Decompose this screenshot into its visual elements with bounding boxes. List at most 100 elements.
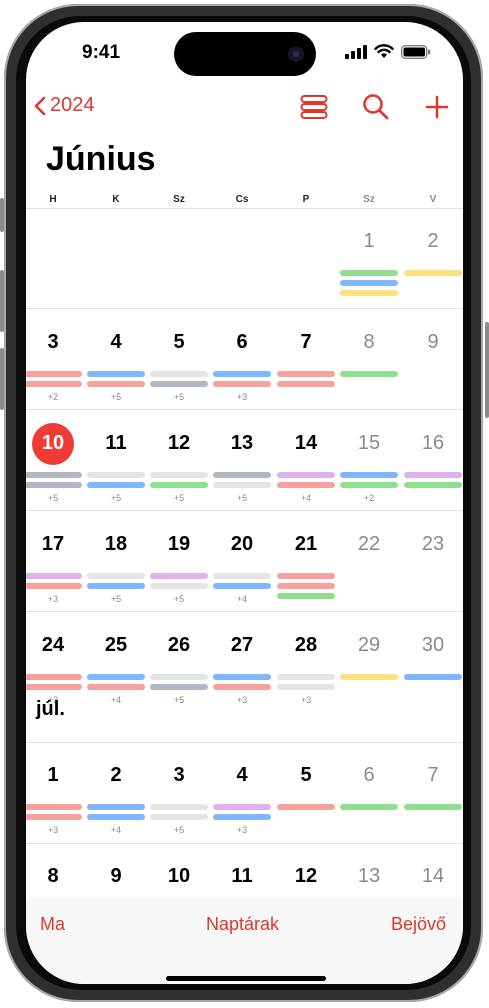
day-cell[interactable]: 21 (275, 533, 337, 556)
event-bar (150, 482, 208, 488)
more-events-count: +4 (110, 695, 122, 705)
day-cell[interactable]: 10 (26, 432, 84, 455)
more-events-count: +5 (236, 493, 248, 503)
week-separator (26, 510, 463, 511)
day-cell[interactable]: 11 (211, 865, 273, 888)
day-cell[interactable]: 13 (211, 432, 273, 455)
day-cell[interactable]: 23 (402, 533, 463, 556)
day-cell[interactable]: 1 (26, 764, 84, 787)
back-to-year-button[interactable]: 2024 (34, 94, 95, 117)
day-cell[interactable]: 29 (338, 634, 400, 657)
day-cell[interactable]: 17 (26, 533, 84, 556)
day-cell[interactable]: 9 (85, 865, 147, 888)
day-cell[interactable]: 5 (275, 764, 337, 787)
week-separator (26, 742, 463, 743)
day-cell[interactable]: 30 (402, 634, 463, 657)
event-bar (404, 674, 462, 680)
event-bar (150, 814, 208, 820)
weekday-label: Sz (363, 194, 375, 205)
event-bar (277, 482, 335, 488)
event-bar (404, 472, 462, 478)
event-bar (26, 804, 82, 810)
day-cell[interactable]: 24 (26, 634, 84, 657)
event-bar (277, 804, 335, 810)
day-cell[interactable]: 3 (26, 331, 84, 354)
day-cell[interactable]: 27 (211, 634, 273, 657)
event-bar (87, 371, 145, 377)
weekday-label: H (49, 194, 57, 205)
day-cell[interactable]: 8 (338, 331, 400, 354)
day-cell[interactable]: 12 (275, 865, 337, 888)
event-bar (277, 674, 335, 680)
day-cell[interactable]: 11 (85, 432, 147, 455)
day-cell[interactable]: 14 (402, 865, 463, 888)
event-bar (277, 381, 335, 387)
day-cell[interactable]: 6 (338, 764, 400, 787)
event-bar (213, 684, 271, 690)
day-cell[interactable]: 1 (338, 230, 400, 253)
more-events-count: +2 (363, 493, 375, 503)
plus-icon[interactable] (424, 92, 450, 122)
event-bar (150, 804, 208, 810)
today-button[interactable]: Ma (40, 914, 65, 935)
day-cell[interactable]: 10 (148, 865, 210, 888)
day-cell[interactable]: 18 (85, 533, 147, 556)
day-cell[interactable]: 20 (211, 533, 273, 556)
day-cell[interactable]: 15 (338, 432, 400, 455)
event-bar (26, 472, 82, 478)
event-bar (87, 674, 145, 680)
more-events-count: +5 (47, 493, 59, 503)
event-bar (150, 472, 208, 478)
weekday-label: P (302, 194, 310, 205)
day-cell[interactable]: 3 (148, 764, 210, 787)
day-cell[interactable]: 8 (26, 865, 84, 888)
day-cell[interactable]: 12 (148, 432, 210, 455)
home-indicator[interactable] (166, 976, 326, 981)
day-cell[interactable]: 19 (148, 533, 210, 556)
inbox-button[interactable]: Bejövő (391, 914, 446, 935)
day-cell[interactable]: 25 (85, 634, 147, 657)
day-cell[interactable]: 7 (275, 331, 337, 354)
event-bar (404, 482, 462, 488)
status-time: 9:41 (82, 42, 121, 63)
weekday-label: Cs (235, 194, 249, 205)
day-cell[interactable]: 26 (148, 634, 210, 657)
more-events-count: +3 (47, 825, 59, 835)
day-cell[interactable]: 2 (85, 764, 147, 787)
screen: 9:41 2024 Június H K Sz Cs P Sz V 1 2 3 … (26, 22, 463, 984)
front-camera (288, 46, 304, 62)
day-cell[interactable]: 4 (211, 764, 273, 787)
list-view-icon[interactable] (300, 92, 328, 122)
day-cell[interactable]: 13 (338, 865, 400, 888)
navigation-bar: 2024 (26, 86, 463, 130)
back-label: 2024 (50, 94, 95, 116)
calendar-grid[interactable]: 1 2 3 +2 4 +5 5 +5 6 +3 7 8 9 10 +5 11 +5 12 +5 13 +5 14 +4 15 +… (26, 208, 463, 898)
day-cell[interactable]: 5 (148, 331, 210, 354)
event-bar (87, 573, 145, 579)
weekday-label: Sz (173, 194, 185, 205)
event-bar (277, 583, 335, 589)
event-bar (26, 674, 82, 680)
more-events-count: +4 (236, 594, 248, 604)
search-icon[interactable] (362, 92, 390, 122)
day-cell[interactable]: 7 (402, 764, 463, 787)
more-events-count: +5 (173, 825, 185, 835)
day-cell[interactable]: 6 (211, 331, 273, 354)
chevron-left-icon (34, 96, 46, 115)
day-cell[interactable]: 14 (275, 432, 337, 455)
day-cell[interactable]: 16 (402, 432, 463, 455)
weekday-label: V (429, 194, 437, 205)
cellular-signal-icon (345, 44, 367, 59)
day-cell[interactable]: 2 (402, 230, 463, 253)
event-bar (277, 573, 335, 579)
event-bar (26, 573, 82, 579)
day-cell[interactable]: 9 (402, 331, 463, 354)
more-events-count: +5 (173, 493, 185, 503)
day-cell[interactable]: 28 (275, 634, 337, 657)
event-bar (150, 381, 208, 387)
day-cell[interactable]: 22 (338, 533, 400, 556)
calendars-button[interactable]: Naptárak (206, 914, 279, 935)
day-cell[interactable]: 4 (85, 331, 147, 354)
event-bar (404, 270, 462, 276)
event-bar (87, 814, 145, 820)
